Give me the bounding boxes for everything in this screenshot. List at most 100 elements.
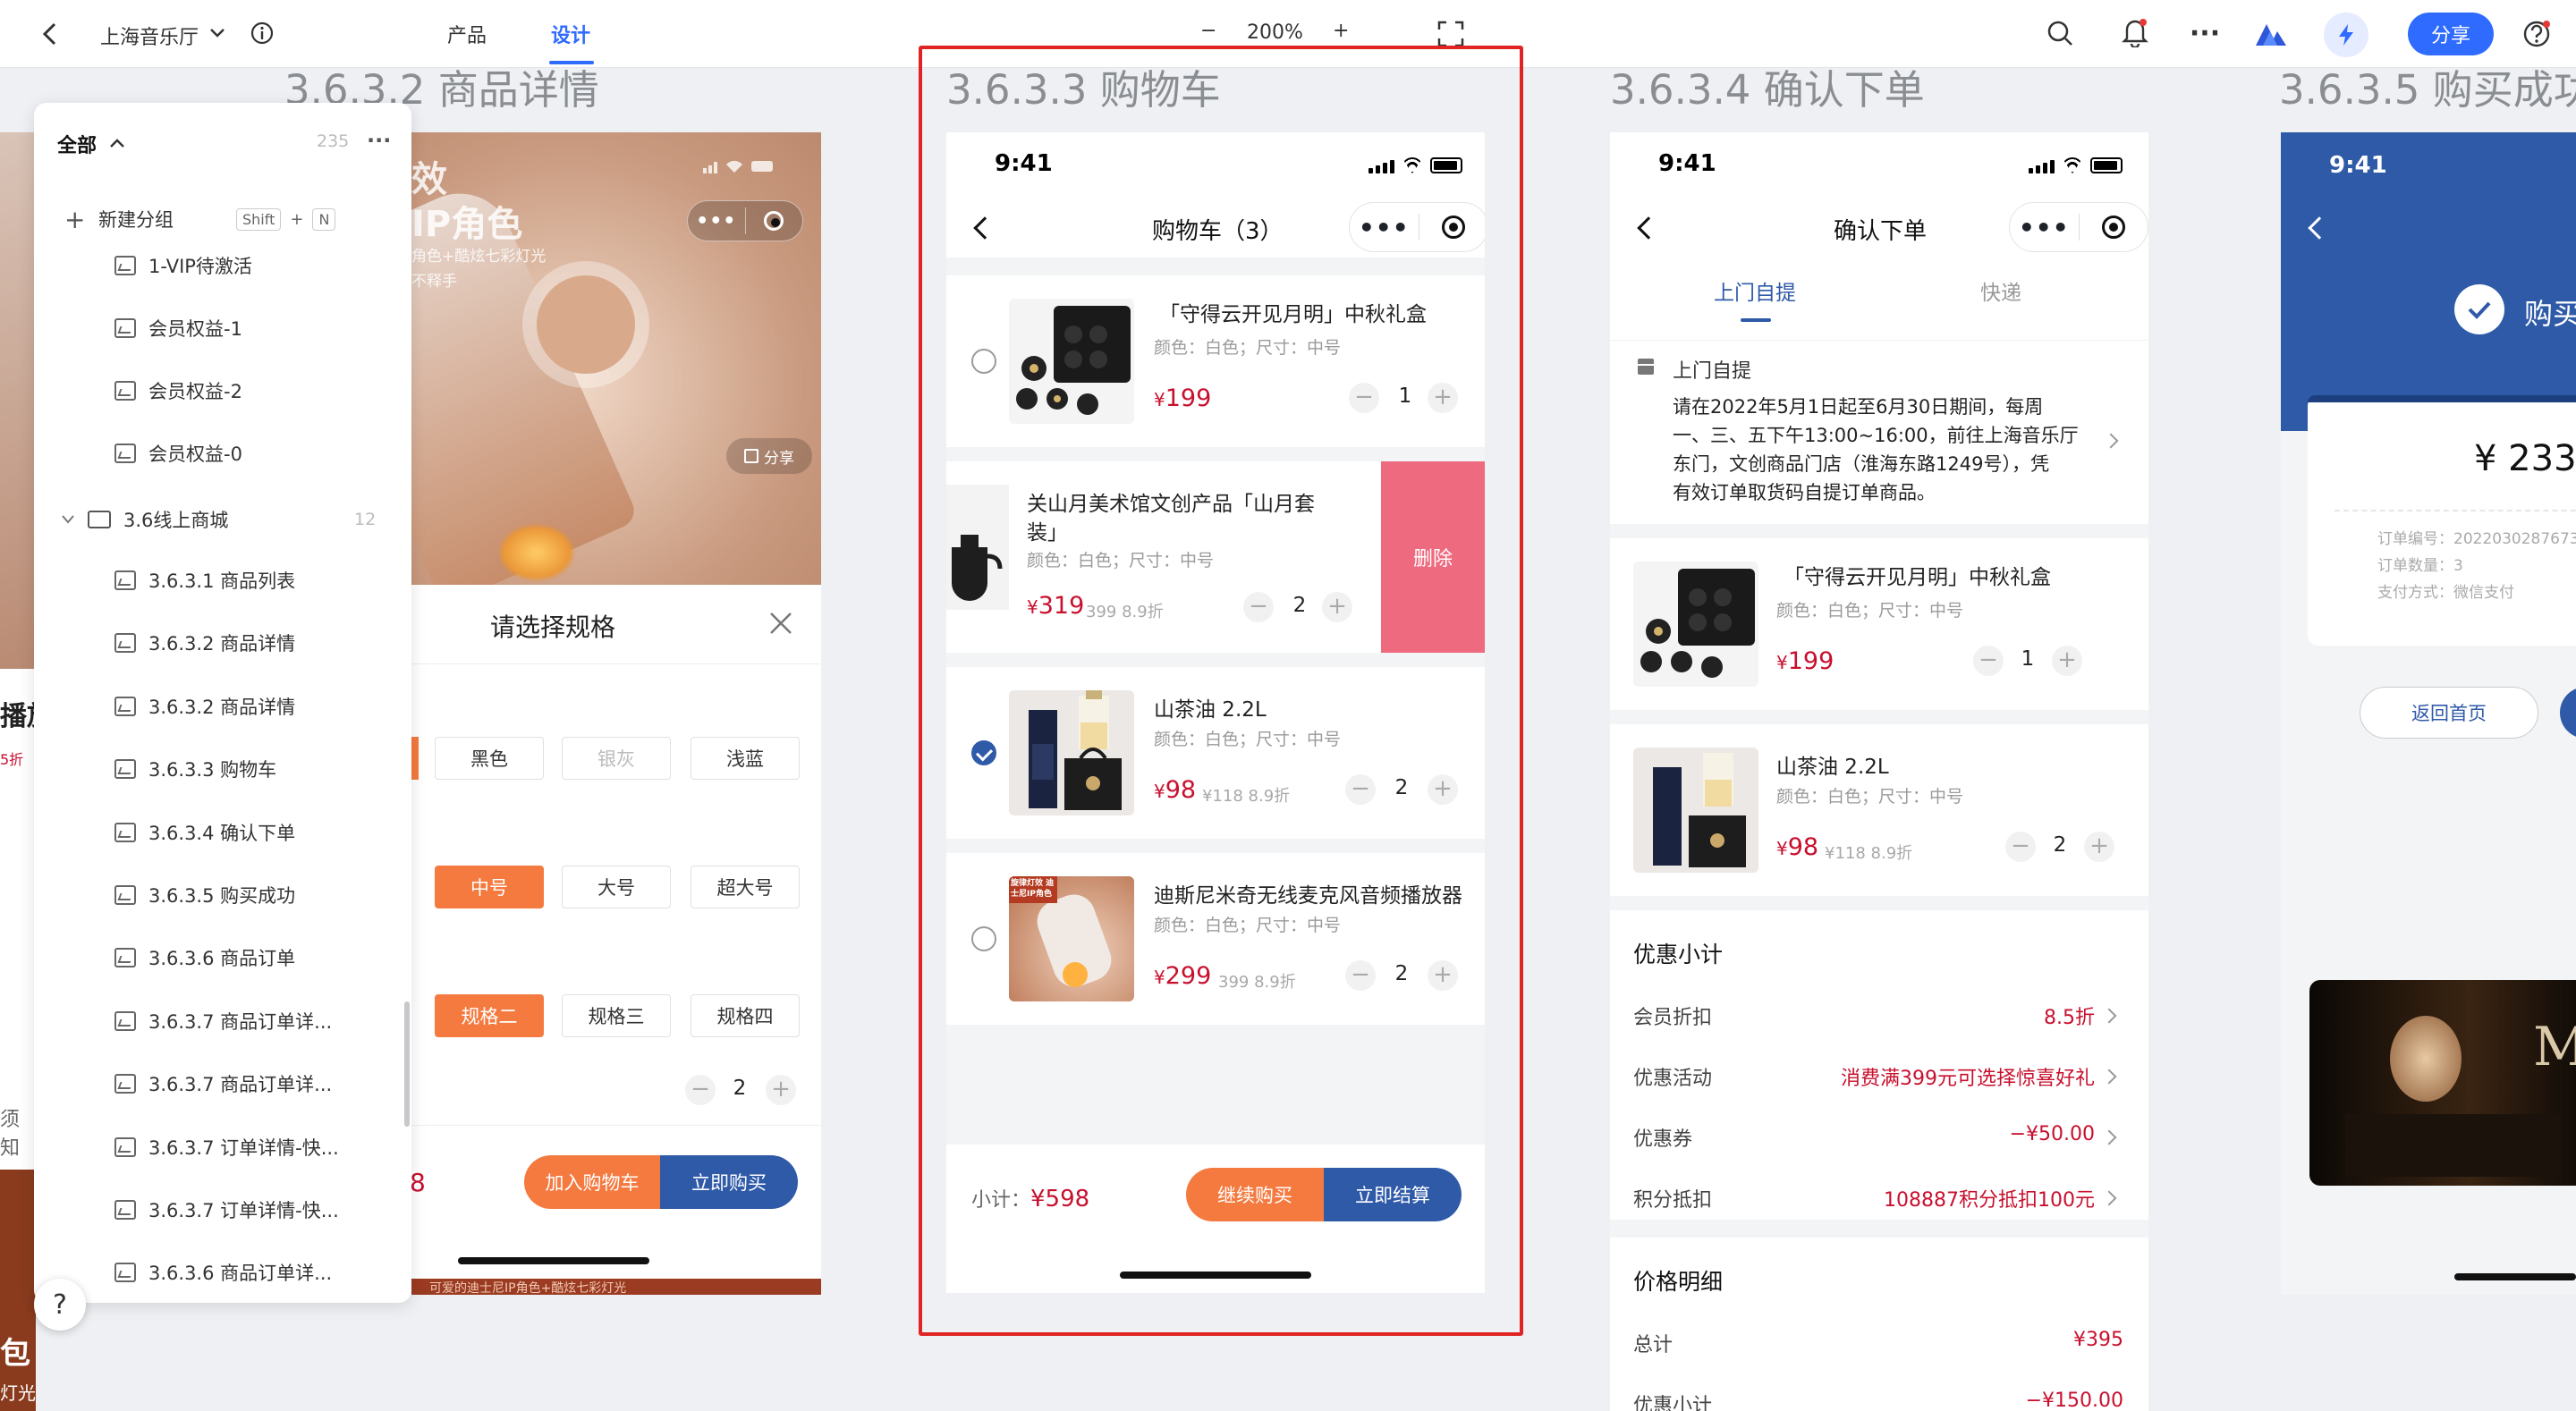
bell-icon[interactable] xyxy=(2120,16,2150,48)
confirm-back-icon[interactable] xyxy=(1637,216,1660,240)
detail-qty-plus[interactable]: + xyxy=(766,1075,796,1105)
layer-item[interactable]: 3.6.3.1 商品列表 xyxy=(34,553,411,607)
help-button[interactable]: ? xyxy=(34,1279,86,1331)
spec-chip-two[interactable]: 规格二 xyxy=(435,994,544,1037)
size-chip-xlarge[interactable]: 超大号 xyxy=(691,866,800,908)
chevron-down-icon[interactable] xyxy=(208,23,227,43)
layer-item[interactable]: 3.6.3.2 商品详情 xyxy=(34,680,411,733)
confirm-item-1-minus[interactable]: − xyxy=(1973,646,2004,676)
success-status-text: 购买 xyxy=(2524,297,2576,331)
pickup-panel[interactable]: 上门自提 请在2022年5月1日起至6月30日期间，每周 一、三、五下午13:0… xyxy=(1610,340,2148,524)
project-name[interactable]: 上海音乐厅 xyxy=(100,21,199,50)
layer-item[interactable]: 1-VIP待激活 xyxy=(34,239,411,292)
layer-item-label: 3.6.3.7 订单详情-快... xyxy=(148,1136,339,1159)
size-chip-medium[interactable]: 中号 xyxy=(435,866,544,908)
detail-qty-minus[interactable]: − xyxy=(685,1075,716,1105)
back-home-button[interactable]: 返回首页 xyxy=(2360,687,2538,739)
capsule-close-icon[interactable] xyxy=(2080,215,2148,239)
more-icon[interactable]: ··· xyxy=(2190,18,2220,49)
layer-item[interactable]: 会员权益-0 xyxy=(34,427,411,480)
left-frag-play: 播放 xyxy=(0,701,36,732)
layer-item-label: 3.6.3.4 确认下单 xyxy=(148,822,296,844)
folder-chevron-icon[interactable] xyxy=(61,514,75,525)
spec-chip-four[interactable]: 规格四 xyxy=(691,994,800,1037)
discount-panel: 优惠小计 会员折扣 8.5折 优惠活动 消费满399元可选择惊喜好礼 优惠券 −¥50.0… xyxy=(1610,910,2148,1220)
confirm-item-2-minus[interactable]: − xyxy=(2005,832,2036,862)
fit-screen-icon[interactable] xyxy=(1436,20,1465,48)
capsule-more-icon[interactable]: ••• xyxy=(688,210,745,232)
confirm-board: 9:41 确认下单 ••• 上门自提 快递 上门自提 请在2022年5月1日起至… xyxy=(1610,132,2148,1411)
discount-row[interactable]: 会员折扣 8.5折 xyxy=(1610,998,2148,1034)
second-action-button[interactable] xyxy=(2560,687,2576,739)
tab-pickup[interactable]: 上门自提 xyxy=(1714,275,1796,306)
zoom-out-button[interactable]: − xyxy=(1200,20,1216,42)
layer-item[interactable]: 3.6.3.6 商品订单详... xyxy=(34,1246,411,1299)
discount-row[interactable]: 积分抵扣 108887积分抵扣100元 xyxy=(1610,1180,2148,1216)
discount-row-value: 消费满399元可选择惊喜好礼 xyxy=(1841,1068,2095,1090)
confirm-item-2-plus[interactable]: + xyxy=(2084,832,2114,862)
spec-chip-three[interactable]: 规格三 xyxy=(562,994,671,1037)
back-icon[interactable] xyxy=(36,20,64,48)
info-icon[interactable] xyxy=(249,20,275,46)
layer-item[interactable]: 会员权益-1 xyxy=(34,301,411,355)
layer-count: 235 xyxy=(317,131,350,151)
discount-row-label: 积分抵扣 xyxy=(1633,1189,1713,1212)
layer-more-icon[interactable]: ··· xyxy=(367,128,391,153)
chevron-right-icon xyxy=(2101,1129,2117,1145)
layer-collapse-chevron-icon[interactable] xyxy=(109,135,125,148)
layer-item[interactable]: 3.6.3.5 购买成功 xyxy=(34,868,411,922)
layer-panel-header[interactable]: 全部 xyxy=(57,130,97,158)
discount-row-label: 优惠券 xyxy=(1633,1128,1693,1151)
tab-design[interactable]: 设计 xyxy=(551,20,590,48)
image-frame-icon xyxy=(114,444,136,463)
layer-item[interactable]: 3.6.3.2 商品详情 xyxy=(34,616,411,670)
size-chip-large[interactable]: 大号 xyxy=(562,866,671,908)
confirm-item-1-price: ¥199 xyxy=(1776,647,1835,675)
layer-panel: 全部 235 ··· + 新建分组 Shift + N 1-VIP待激活 会员权益… xyxy=(34,103,411,1303)
discount-row[interactable]: 优惠券 −¥50.00 xyxy=(1610,1120,2148,1155)
capsule-more-icon[interactable]: ••• xyxy=(2010,213,2079,242)
spec-sheet-close-icon[interactable] xyxy=(767,610,794,637)
banner-share-pill[interactable]: 分享 xyxy=(726,438,812,474)
color-chip-silver[interactable]: 银灰 xyxy=(562,737,671,780)
tab-product[interactable]: 产品 xyxy=(447,20,487,48)
lightning-icon[interactable] xyxy=(2324,13,2368,57)
add-to-cart-button[interactable]: 加入购物车 xyxy=(524,1155,660,1209)
folder-row[interactable]: 3.6线上商城 12 xyxy=(34,493,411,546)
capsule-close-icon[interactable] xyxy=(746,211,803,231)
new-group-row[interactable]: + 新建分组 Shift + N xyxy=(64,203,411,235)
layer-item-label: 3.6.3.6 商品订单详... xyxy=(148,1263,333,1285)
confirm-status-icons xyxy=(2029,157,2123,173)
layer-item[interactable]: 会员权益-2 xyxy=(34,364,411,418)
image-frame-icon xyxy=(114,759,136,780)
pickup-line-1: 请在2022年5月1日起至6月30日期间，每周 xyxy=(1673,396,2044,418)
color-chip-black[interactable]: 黑色 xyxy=(435,737,544,780)
plus-icon: + xyxy=(64,204,86,234)
layer-item[interactable]: 3.6.3.3 购物车 xyxy=(34,742,411,796)
layer-item[interactable]: 3.6.3.7 订单详情-快... xyxy=(34,1120,411,1174)
zoom-in-button[interactable]: + xyxy=(1333,20,1349,42)
confirm-capsule[interactable]: ••• xyxy=(2009,202,2148,252)
layer-item[interactable]: 3.6.3.7 商品订单详... xyxy=(34,994,411,1048)
color-chip-blue[interactable]: 浅蓝 xyxy=(691,737,800,780)
spec-sheet-title: 请选择规格 xyxy=(490,613,616,642)
price-row: 优惠小计 −¥150.00 xyxy=(1610,1386,2148,1411)
search-icon[interactable] xyxy=(2045,18,2075,48)
layer-item-label: 3.6.3.3 购物车 xyxy=(148,759,277,782)
tab-express[interactable]: 快递 xyxy=(1980,275,2021,306)
layer-item[interactable]: 3.6.3.7 商品订单详... xyxy=(34,1057,411,1111)
left-frag-light: 灯光 xyxy=(0,1382,36,1404)
zoom-level[interactable]: 200% xyxy=(1247,21,1303,44)
layer-item-label: 会员权益-2 xyxy=(148,381,242,402)
buy-now-button[interactable]: 立即购买 xyxy=(660,1155,798,1209)
confirm-item-1-plus[interactable]: + xyxy=(2052,646,2082,676)
layer-item[interactable]: 3.6.3.6 商品订单 xyxy=(34,931,411,984)
detail-capsule[interactable]: ••• xyxy=(687,200,803,241)
layer-item[interactable]: 3.6.3.7 订单详情-快... xyxy=(34,1183,411,1237)
help-circle-icon[interactable] xyxy=(2521,18,2553,50)
layer-panel-scrollbar[interactable] xyxy=(404,1001,410,1127)
discount-row[interactable]: 优惠活动 消费满399元可选择惊喜好礼 xyxy=(1610,1059,2148,1094)
success-status-time: 9:41 xyxy=(2329,152,2387,179)
layer-item[interactable]: 3.6.3.4 确认下单 xyxy=(34,806,411,859)
share-button[interactable]: 分享 xyxy=(2408,13,2494,55)
